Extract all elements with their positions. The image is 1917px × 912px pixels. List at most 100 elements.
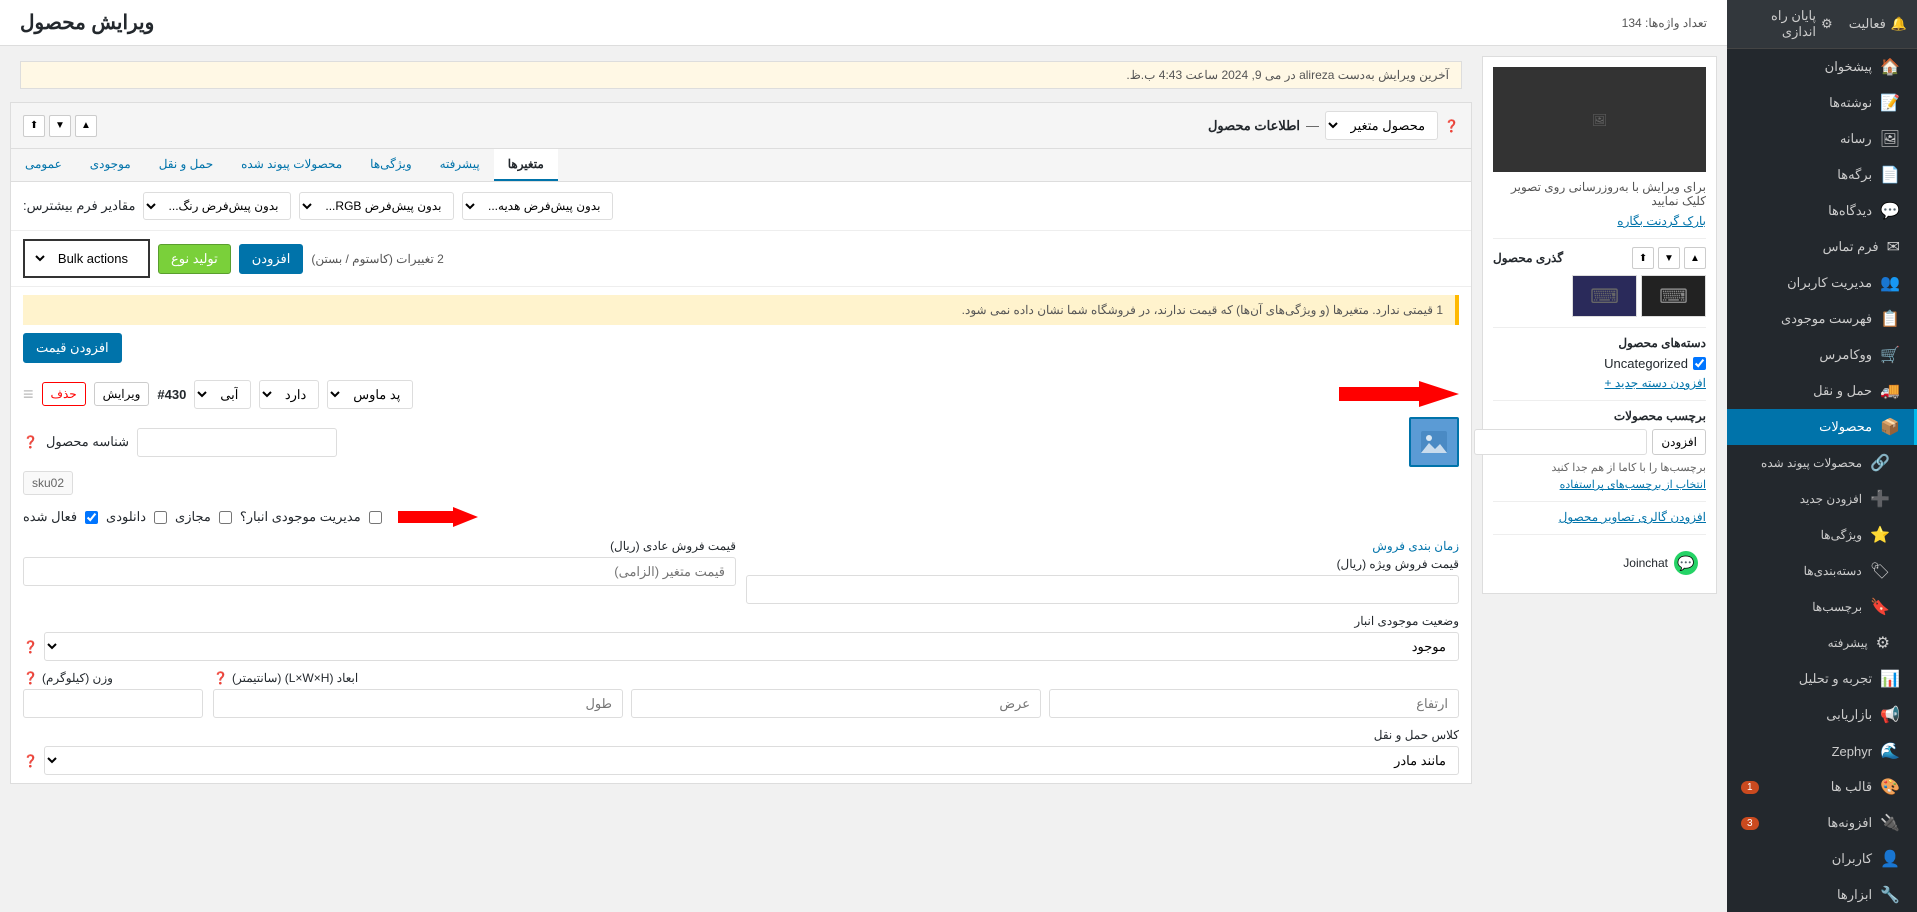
stock-help: ❓ bbox=[23, 640, 38, 654]
add-price-btn[interactable]: افزودن قیمت bbox=[23, 333, 122, 363]
comments-icon: 💬 bbox=[1880, 201, 1900, 221]
sidebar-item-plugins[interactable]: 🔌 افزونه‌ها 3 bbox=[1727, 805, 1917, 841]
sidebar-item-categories[interactable]: 🏷 دسته‌بندی‌ها bbox=[1727, 553, 1917, 589]
barc-gardan-link[interactable]: بارک گردنت بگاره bbox=[1493, 214, 1706, 228]
thumbnail-container: ⌨ ⌨ bbox=[1493, 275, 1706, 317]
bulk-actions-select[interactable]: Bulk actions bbox=[33, 245, 140, 272]
sidebar-item-contact[interactable]: ✉ فرم تماس bbox=[1727, 229, 1917, 265]
sidebar-label: افزودن جدید bbox=[1800, 492, 1862, 506]
sidebar-item-advanced[interactable]: ⚙ پیشرفته bbox=[1727, 625, 1917, 661]
topbar-setup[interactable]: ⚙ پایان راه اندازی bbox=[1737, 8, 1833, 40]
length-input[interactable] bbox=[213, 689, 623, 718]
tab-shipping[interactable]: حمل و نقل bbox=[145, 149, 227, 181]
virtual-label: مجازی bbox=[175, 509, 211, 525]
choose-tags-link[interactable]: انتخاب از برچسب‌های پراستفاده bbox=[1493, 478, 1706, 491]
plugins-badge: 3 bbox=[1741, 817, 1759, 830]
sidebar-item-zephyr[interactable]: 🌊 Zephyr bbox=[1727, 733, 1917, 769]
shipping-class-group: کلاس حمل و نقل مانند مادر ❓ bbox=[23, 728, 1459, 775]
add-variation-btn[interactable]: افزودن bbox=[239, 244, 304, 274]
add-gallery-link[interactable]: افزودن گالری تصاویر محصول bbox=[1493, 510, 1706, 524]
gift-select[interactable]: بدون پیش‌فرض هدیه... bbox=[462, 192, 613, 220]
variation-has-select[interactable]: دارد bbox=[259, 380, 319, 409]
sidebar-item-users-mgmt[interactable]: 👥 مدیریت کاربران bbox=[1727, 265, 1917, 301]
variation-mousepad-select[interactable]: پد ماوس bbox=[327, 380, 413, 409]
sort-down-btn[interactable]: ▼ bbox=[1658, 247, 1680, 269]
stock-status-select[interactable]: موجود bbox=[44, 632, 1459, 661]
zephyr-icon: 🌊 bbox=[1880, 741, 1900, 761]
tab-pisharafte[interactable]: پیشرفته bbox=[426, 149, 494, 181]
sidebar-label: ابزارها bbox=[1837, 887, 1872, 903]
separator: — bbox=[1306, 118, 1319, 133]
changes-label[interactable]: 2 تغییرات (کاستوم / بستن) bbox=[311, 252, 443, 266]
product-type-select[interactable]: محصول متغیر bbox=[1325, 111, 1438, 140]
tag-input[interactable] bbox=[1474, 429, 1647, 455]
meta-sort-up[interactable]: ▲ bbox=[75, 115, 97, 137]
color-select[interactable]: بدون پیش‌فرض رنگ... bbox=[143, 192, 291, 220]
shipping-class-label: کلاس حمل و نقل bbox=[23, 728, 1459, 742]
tab-variations[interactable]: متغیرها bbox=[494, 149, 558, 181]
sidebar-item-woocommerce[interactable]: 🛒 ووکامرس bbox=[1727, 337, 1917, 373]
regular-price-input[interactable] bbox=[23, 557, 736, 586]
sidebar-item-subscribers[interactable]: 🏠 پیشخوان bbox=[1727, 49, 1917, 85]
uncategorized-checkbox[interactable] bbox=[1693, 357, 1706, 370]
sidebar-item-media[interactable]: 🖼 رسانه bbox=[1727, 121, 1917, 157]
generate-variations-btn[interactable]: تولید نوع bbox=[158, 244, 231, 274]
rgb-select[interactable]: بدون پیش‌فرض RGB... bbox=[299, 192, 454, 220]
meta-sort-down[interactable]: ▼ bbox=[49, 115, 71, 137]
thumb-1[interactable]: ⌨ bbox=[1641, 275, 1706, 317]
variation-delete-btn[interactable]: حذف bbox=[42, 382, 86, 406]
virtual-checkbox[interactable] bbox=[219, 511, 232, 524]
tab-inventory[interactable]: موجودی bbox=[76, 149, 145, 181]
sidebar-item-tools[interactable]: 🔧 ابزارها bbox=[1727, 877, 1917, 912]
thumb-2[interactable]: ⌨ bbox=[1572, 275, 1637, 317]
sidebar-item-linked-products[interactable]: 🔗 محصولات پیوند شده bbox=[1727, 445, 1917, 481]
setup-icon: ⚙ bbox=[1821, 16, 1833, 32]
add-tag-btn[interactable]: افزودن bbox=[1652, 429, 1706, 455]
tab-linked[interactable]: محصولات پیوند شده bbox=[227, 149, 356, 181]
sidebar-label: دسته‌بندی‌ها bbox=[1804, 564, 1862, 578]
sort-up-btn[interactable]: ▲ bbox=[1684, 247, 1706, 269]
sidebar-item-pages[interactable]: 📄 برگه‌ها bbox=[1727, 157, 1917, 193]
inventory-checkbox[interactable] bbox=[369, 511, 382, 524]
sort-top-btn[interactable]: ⬆ bbox=[1632, 247, 1654, 269]
variation-color-select[interactable]: آبی bbox=[194, 380, 251, 409]
downloadable-label: دانلودی bbox=[106, 509, 146, 525]
page-header: تعداد واژه‌ها: 134 ویرایش محصول bbox=[0, 0, 1727, 46]
sidebar-item-templates[interactable]: 🎨 قالب ها 1 bbox=[1727, 769, 1917, 805]
meta-sort-top[interactable]: ⬆ bbox=[23, 115, 45, 137]
sidebar-item-add-new[interactable]: ➕ افزودن جدید bbox=[1727, 481, 1917, 517]
downloadable-checkbox[interactable] bbox=[154, 511, 167, 524]
sidebar-item-inventory[interactable]: 📋 فهرست موجودی bbox=[1727, 301, 1917, 337]
variation-image[interactable] bbox=[1409, 417, 1459, 467]
sidebar: 🔔 فعالیت ⚙ پایان راه اندازی 🏠 پیشخوان 📝 … bbox=[1727, 0, 1917, 912]
sidebar-item-tags[interactable]: 🔖 برچسب‌ها bbox=[1727, 589, 1917, 625]
sidebar-item-comments[interactable]: 💬 دیدگاه‌ها bbox=[1727, 193, 1917, 229]
sidebar-item-users[interactable]: 👤 کاربران bbox=[1727, 841, 1917, 877]
variation-edit-btn[interactable]: ویرایش bbox=[94, 382, 150, 406]
sale-schedule-link[interactable]: زمان بندی فروش bbox=[746, 539, 1459, 553]
templates-badge: 1 bbox=[1741, 781, 1759, 794]
sidebar-item-posts[interactable]: 📝 نوشته‌ها bbox=[1727, 85, 1917, 121]
sidebar-item-products[interactable]: 📦 محصولات bbox=[1727, 409, 1917, 445]
dimensions-label: ابعاد (L×W×H) (سانتیمتر) bbox=[232, 671, 358, 685]
joinchat-box: 💬 Joinchat bbox=[1493, 543, 1706, 583]
tab-tags[interactable]: ویژگی‌ها bbox=[356, 149, 425, 181]
sale-price-input[interactable] bbox=[746, 575, 1459, 604]
sidebar-item-shipping[interactable]: 🚚 حمل و نقل bbox=[1727, 373, 1917, 409]
weight-input[interactable] bbox=[23, 689, 203, 718]
enabled-checkbox[interactable] bbox=[85, 511, 98, 524]
topbar-activity[interactable]: 🔔 فعالیت bbox=[1849, 8, 1907, 40]
tab-general[interactable]: عمومی bbox=[11, 149, 76, 181]
sidebar-item-features[interactable]: ⭐ ویژگی‌ها bbox=[1727, 517, 1917, 553]
sidebar-item-analytics[interactable]: 📊 تجربه و تحلیل bbox=[1727, 661, 1917, 697]
update-notice: آخرین ویرایش به‌دست alireza در می 9, 202… bbox=[20, 61, 1462, 89]
shipping-help: ❓ bbox=[23, 754, 38, 768]
add-category-link[interactable]: افزودن دسته جدید + bbox=[1493, 376, 1706, 390]
sidebar-item-marketing[interactable]: 📢 بازاریابی bbox=[1727, 697, 1917, 733]
width-input[interactable] bbox=[631, 689, 1041, 718]
add-icon: ➕ bbox=[1870, 489, 1890, 509]
sku-input[interactable] bbox=[137, 428, 337, 457]
height-input[interactable] bbox=[1049, 689, 1459, 718]
drag-handle[interactable]: ≡ bbox=[23, 384, 34, 405]
shipping-class-select[interactable]: مانند مادر bbox=[44, 746, 1459, 775]
